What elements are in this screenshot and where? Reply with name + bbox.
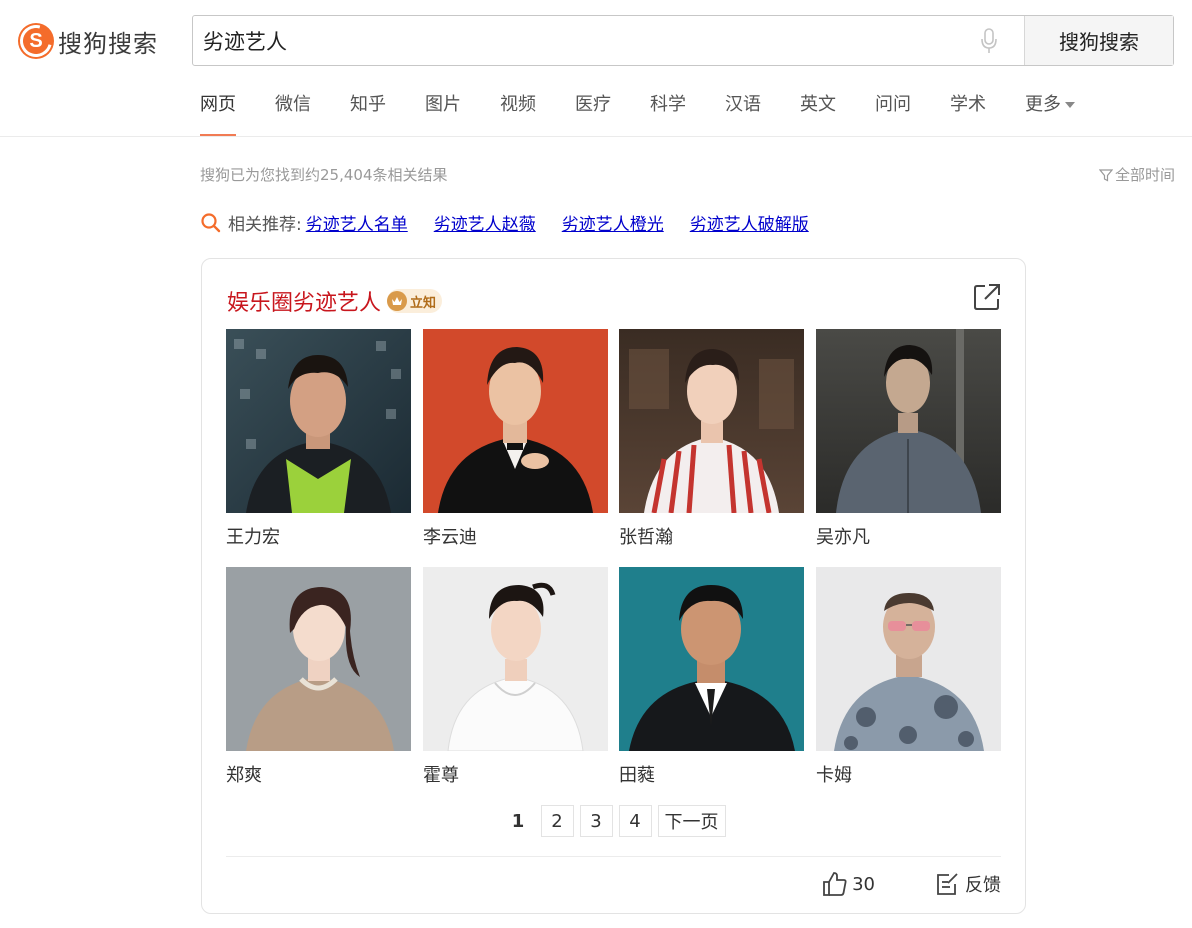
chevron-down-icon [1065, 102, 1075, 108]
related-link[interactable]: 劣迹艺人名单 [306, 210, 408, 235]
page-1: 1 [511, 810, 525, 832]
search-box: 搜狗搜索 [192, 15, 1174, 66]
tab-science[interactable]: 科学 [650, 92, 686, 136]
crown-icon [387, 291, 408, 311]
thumbs-up-icon [823, 872, 847, 896]
pagination: 1 2 3 4 下一页 [202, 805, 1025, 837]
nav-divider [0, 136, 1192, 137]
artist-name[interactable]: 张哲瀚 [619, 523, 804, 549]
tab-chinese[interactable]: 汉语 [725, 92, 761, 136]
artist-item[interactable]: 郑爽 [226, 567, 411, 787]
artist-name[interactable]: 霍尊 [423, 761, 608, 787]
artist-photo[interactable] [423, 567, 608, 751]
artist-photo[interactable] [816, 567, 1001, 751]
result-count: 搜狗已为您找到约25,404条相关结果 [200, 166, 448, 184]
lizhi-badge: 立知 [387, 289, 443, 313]
tab-images[interactable]: 图片 [425, 92, 461, 136]
tab-weixin[interactable]: 微信 [275, 92, 311, 136]
like-count: 30 [852, 873, 875, 895]
related-label: 相关推荐: [228, 215, 302, 235]
next-page-button[interactable]: 下一页 [657, 805, 726, 837]
logo-text: 搜狗搜索 [58, 29, 158, 58]
artist-photo[interactable] [619, 567, 804, 751]
feedback-label: 反馈 [965, 875, 1001, 896]
artist-photo[interactable] [226, 567, 411, 751]
search-icon [201, 212, 221, 232]
time-filter[interactable]: 全部时间 [1098, 164, 1175, 185]
related-link[interactable]: 劣迹艺人赵薇 [434, 210, 536, 235]
search-button[interactable]: 搜狗搜索 [1024, 16, 1173, 65]
artist-card: 娱乐圈劣迹艺人 立知 王力宏 李云迪 张哲瀚 吴亦凡 郑爽 霍尊 田蕤 卡姆 1… [201, 258, 1026, 914]
search-input[interactable] [193, 16, 954, 65]
artist-item[interactable]: 田蕤 [619, 567, 804, 787]
sogou-logo[interactable]: S 搜狗搜索 [18, 22, 158, 60]
page-3[interactable]: 3 [579, 805, 613, 837]
artist-item[interactable]: 王力宏 [226, 329, 411, 549]
artist-item[interactable]: 李云迪 [423, 329, 608, 549]
filter-icon [1098, 168, 1113, 181]
badge-text: 立知 [410, 295, 437, 311]
card-divider [226, 856, 1001, 857]
tab-medical[interactable]: 医疗 [575, 92, 611, 136]
page-2[interactable]: 2 [540, 805, 574, 837]
time-filter-label: 全部时间 [1114, 166, 1175, 184]
artist-photo[interactable] [619, 329, 804, 513]
artist-item[interactable]: 卡姆 [816, 567, 1001, 787]
card-title[interactable]: 娱乐圈劣迹艺人 立知 [227, 285, 443, 317]
artist-photo[interactable] [423, 329, 608, 513]
share-icon[interactable] [973, 283, 1001, 315]
tab-more[interactable]: 更多 [1025, 92, 1075, 136]
like-button[interactable]: 30 [822, 871, 875, 897]
artist-name[interactable]: 李云迪 [423, 523, 608, 549]
artist-name[interactable]: 卡姆 [816, 761, 1001, 787]
artist-name[interactable]: 郑爽 [226, 761, 411, 787]
page-4[interactable]: 4 [618, 805, 652, 837]
tab-wenwen[interactable]: 问问 [875, 92, 911, 136]
feedback-icon [937, 873, 958, 895]
artist-photo[interactable] [226, 329, 411, 513]
related-link[interactable]: 劣迹艺人破解版 [690, 210, 809, 235]
card-title-text: 娱乐圈劣迹艺人 [227, 291, 382, 316]
tab-web[interactable]: 网页 [200, 92, 236, 136]
card-footer: 30 反馈 [822, 871, 1001, 897]
related-link[interactable]: 劣迹艺人橙光 [562, 210, 664, 235]
tab-video[interactable]: 视频 [500, 92, 536, 136]
artist-item[interactable]: 霍尊 [423, 567, 608, 787]
related-recommendations: 相关推荐: 劣迹艺人名单 劣迹艺人赵薇 劣迹艺人橙光 劣迹艺人破解版 [200, 210, 835, 235]
artist-photo[interactable] [816, 329, 1001, 513]
tab-more-label: 更多 [1025, 94, 1061, 115]
vertical-tabs: 网页 微信 知乎 图片 视频 医疗 科学 汉语 英文 问问 学术 更多 [200, 92, 1114, 136]
feedback-button[interactable]: 反馈 [935, 871, 1001, 897]
artist-name[interactable]: 田蕤 [619, 761, 804, 787]
artist-name[interactable]: 吴亦凡 [816, 523, 1001, 549]
artist-item[interactable]: 吴亦凡 [816, 329, 1001, 549]
microphone-icon[interactable] [954, 16, 1024, 65]
tab-scholar[interactable]: 学术 [950, 92, 986, 136]
artist-name[interactable]: 王力宏 [226, 523, 411, 549]
tab-english[interactable]: 英文 [800, 92, 836, 136]
sogou-logo-icon: S [18, 23, 54, 59]
artist-item[interactable]: 张哲瀚 [619, 329, 804, 549]
tab-zhihu[interactable]: 知乎 [350, 92, 386, 136]
